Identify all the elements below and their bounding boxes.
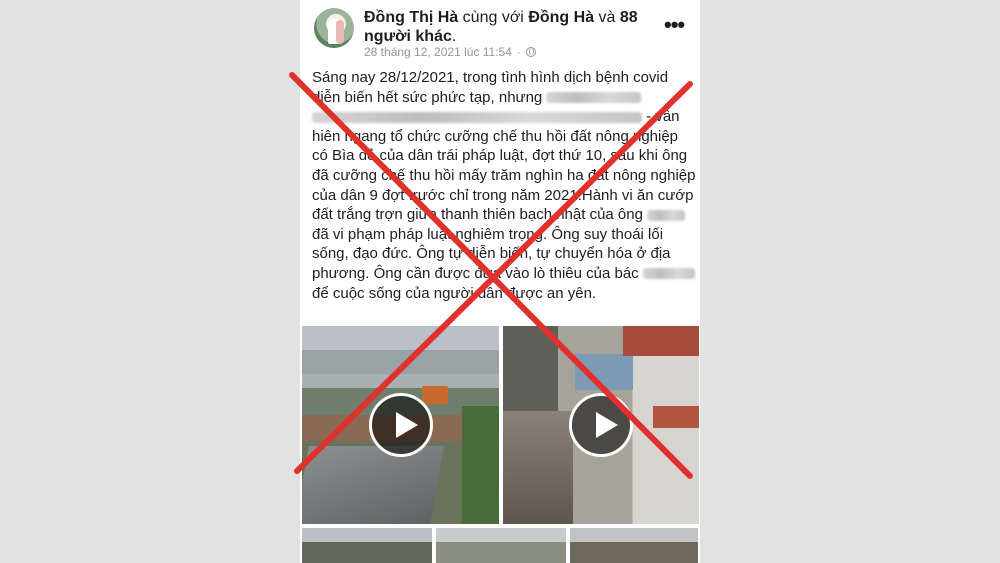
tree [462, 406, 499, 524]
redacted-name-2 [647, 209, 686, 221]
video-thumbnail-1[interactable] [302, 326, 499, 524]
photo-thumbnail-2[interactable] [436, 528, 566, 563]
tile-roof [503, 411, 573, 524]
red-roof [623, 326, 699, 356]
photo-thumbnail-1[interactable] [302, 528, 432, 563]
and-text: và [598, 9, 616, 26]
post-meta: 28 tháng 12, 2021 lúc 11:54 · [364, 45, 536, 59]
play-icon[interactable] [368, 393, 433, 457]
post-header: Đồng Thị Hà cùng với Đồng Hà và 88 người… [364, 8, 664, 46]
redacted-name [546, 92, 642, 104]
road [302, 374, 499, 388]
video-thumbnail-2[interactable] [503, 326, 699, 524]
red-roof-2 [653, 406, 699, 428]
body-part-3: đã vi phạm pháp luật nghiêm trọng. Ông s… [312, 225, 671, 282]
facebook-post: Đồng Thị Hà cùng với Đồng Hà và 88 người… [300, 0, 700, 563]
body-part-2: - vẫn hiên ngang tổ chức cưỡng chế thu h… [312, 108, 696, 224]
author-name[interactable]: Đồng Thị Hà [364, 9, 458, 26]
body-part-4: để cuộc sống của người dân được an yên. [312, 284, 597, 302]
excavator [422, 386, 448, 404]
play-icon[interactable] [569, 393, 633, 457]
author-avatar[interactable] [314, 8, 354, 48]
tagged-user[interactable]: Đồng Hà [528, 9, 594, 26]
post-body: Sáng nay 28/12/2021, trong tình hình dịc… [312, 68, 697, 303]
period: . [451, 28, 457, 45]
globe-icon [525, 47, 536, 57]
with-text: cùng với [462, 9, 524, 26]
avatar-figure-2 [336, 20, 344, 44]
more-options-icon[interactable]: ••• [664, 12, 685, 38]
photo-thumbnail-3[interactable] [570, 528, 698, 563]
building [575, 354, 633, 390]
house-roof [302, 446, 444, 524]
meta-separator: · [516, 45, 521, 59]
redacted-name-3 [642, 268, 695, 280]
timestamp[interactable]: 28 tháng 12, 2021 lúc 11:54 [364, 45, 512, 59]
redacted-location [312, 111, 642, 123]
